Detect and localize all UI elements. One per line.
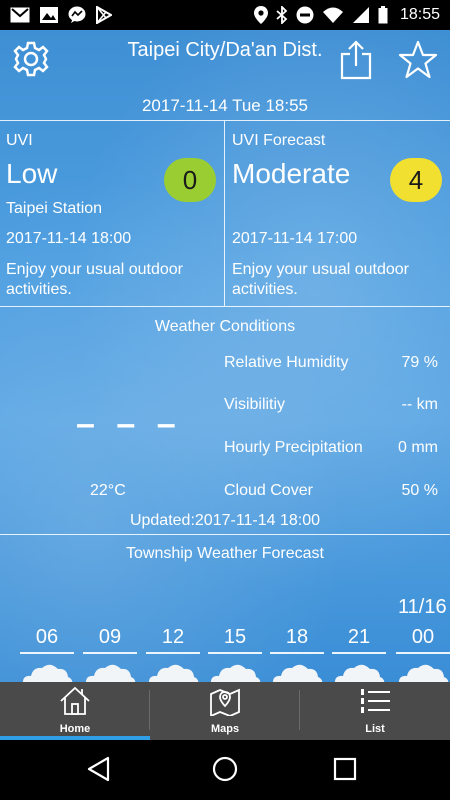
divider (0, 306, 450, 307)
uvi-station: Taipei Station (6, 200, 103, 217)
gmail-icon (10, 7, 30, 23)
uvi-forecast-time: 2017-11-14 17:00 (232, 230, 358, 247)
recents-square-icon (333, 757, 357, 786)
tab-list[interactable]: List (300, 682, 450, 740)
status-bar: 18:55 (0, 0, 450, 30)
do-not-disturb-icon (296, 6, 314, 24)
recents-button[interactable] (328, 754, 362, 788)
condition-value: -- km (401, 396, 438, 413)
uvi-forecast-value-badge: 4 (390, 158, 442, 202)
header-datetime: 2017-11-14 Tue 18:55 (141, 96, 309, 115)
temperature-placeholder: – – – (76, 405, 182, 443)
tab-maps[interactable]: Maps (150, 682, 300, 740)
forecast-hour[interactable]: 09 (83, 622, 137, 654)
updated-timestamp: Updated:2017-11-14 18:00 (129, 512, 321, 529)
uvi-value-badge: 0 (164, 158, 216, 202)
tab-home[interactable]: Home (0, 682, 150, 740)
temperature-value: 22°C (90, 482, 126, 499)
back-triangle-icon (86, 756, 112, 787)
divider (0, 534, 450, 535)
forecast-date: 11/16 (398, 596, 447, 618)
settings-button[interactable] (10, 40, 52, 82)
play-store-icon (96, 6, 112, 24)
forecast-hour[interactable]: 12 (146, 622, 200, 654)
navigation-bar (0, 740, 450, 800)
forecast-hour[interactable]: 15 (208, 622, 262, 654)
uvi-forecast-panel[interactable]: UVI Forecast Moderate 4 2017-11-14 17:00… (226, 122, 450, 306)
divider (224, 120, 225, 306)
gear-icon (12, 40, 50, 83)
share-icon (339, 39, 373, 85)
cloud-icon (398, 664, 449, 682)
battery-icon (378, 6, 388, 24)
weather-main: Taipei City/Da'an Dist. 2017-11-14 Tue 1 (0, 30, 450, 682)
location-title: Taipei City/Da'an Dist. (127, 39, 323, 61)
forecast-hour[interactable]: 21 (332, 622, 386, 654)
uvi-forecast-advice: Enjoy your usual outdoor activities. (232, 261, 409, 298)
uvi-label: UVI (6, 132, 33, 149)
uvi-forecast-label: UVI Forecast (232, 132, 326, 149)
bluetooth-icon (276, 6, 288, 24)
tab-label: Home (59, 723, 91, 735)
cloud-icon (22, 664, 73, 682)
cloud-icon (85, 664, 136, 682)
uvi-current-panel[interactable]: UVI Low 0 Taipei Station 2017-11-14 18:0… (0, 122, 224, 306)
forecast-hour[interactable]: 06 (20, 622, 74, 654)
condition-row-cloud-cover: Cloud Cover 50 % (224, 482, 438, 500)
condition-value: 79 % (401, 354, 438, 371)
condition-row-humidity: Relative Humidity 79 % (224, 354, 438, 372)
favorite-button[interactable] (396, 40, 440, 84)
home-circle-icon (211, 755, 239, 788)
cloud-icon (334, 664, 385, 682)
cloud-icon (272, 664, 323, 682)
tab-label: List (365, 723, 385, 735)
messenger-icon (68, 6, 86, 24)
map-icon (209, 686, 241, 721)
uvi-forecast-level: Moderate (232, 158, 351, 189)
photo-icon (40, 7, 58, 23)
weather-conditions-title: Weather Conditions (154, 318, 296, 335)
condition-label: Hourly Precipitation (224, 439, 363, 456)
tab-bar: Home Maps List (0, 682, 450, 740)
uvi-level: Low (6, 158, 58, 189)
uvi-advice: Enjoy your usual outdoor activities. (6, 261, 183, 298)
condition-value: 50 % (401, 482, 438, 499)
condition-row-visibility: Visibilitiy -- km (224, 396, 438, 414)
list-icon (359, 686, 391, 721)
condition-label: Visibilitiy (224, 396, 286, 413)
cloud-icon (148, 664, 199, 682)
share-button[interactable] (336, 39, 376, 85)
location-icon (253, 6, 268, 24)
condition-row-precipitation: Hourly Precipitation 0 mm (224, 439, 438, 457)
condition-label: Relative Humidity (224, 354, 349, 371)
condition-label: Cloud Cover (224, 482, 313, 499)
wifi-icon (322, 6, 344, 24)
divider (0, 120, 450, 121)
forecast-hour[interactable]: 18 (270, 622, 324, 654)
back-button[interactable] (82, 754, 116, 788)
condition-value: 0 mm (398, 439, 438, 456)
star-icon (398, 40, 438, 85)
status-time: 18:55 (399, 6, 440, 23)
township-forecast-title: Township Weather Forecast (125, 545, 324, 562)
signal-icon (352, 6, 370, 24)
cloud-icon (210, 664, 261, 682)
home-nav-button[interactable] (208, 754, 242, 788)
app-header: Taipei City/Da'an Dist. 2017-11-14 Tue 1 (0, 30, 450, 120)
forecast-hour[interactable]: 00 (396, 622, 450, 654)
home-icon (59, 686, 91, 721)
tab-label: Maps (210, 723, 240, 735)
uvi-time: 2017-11-14 18:00 (6, 230, 132, 247)
